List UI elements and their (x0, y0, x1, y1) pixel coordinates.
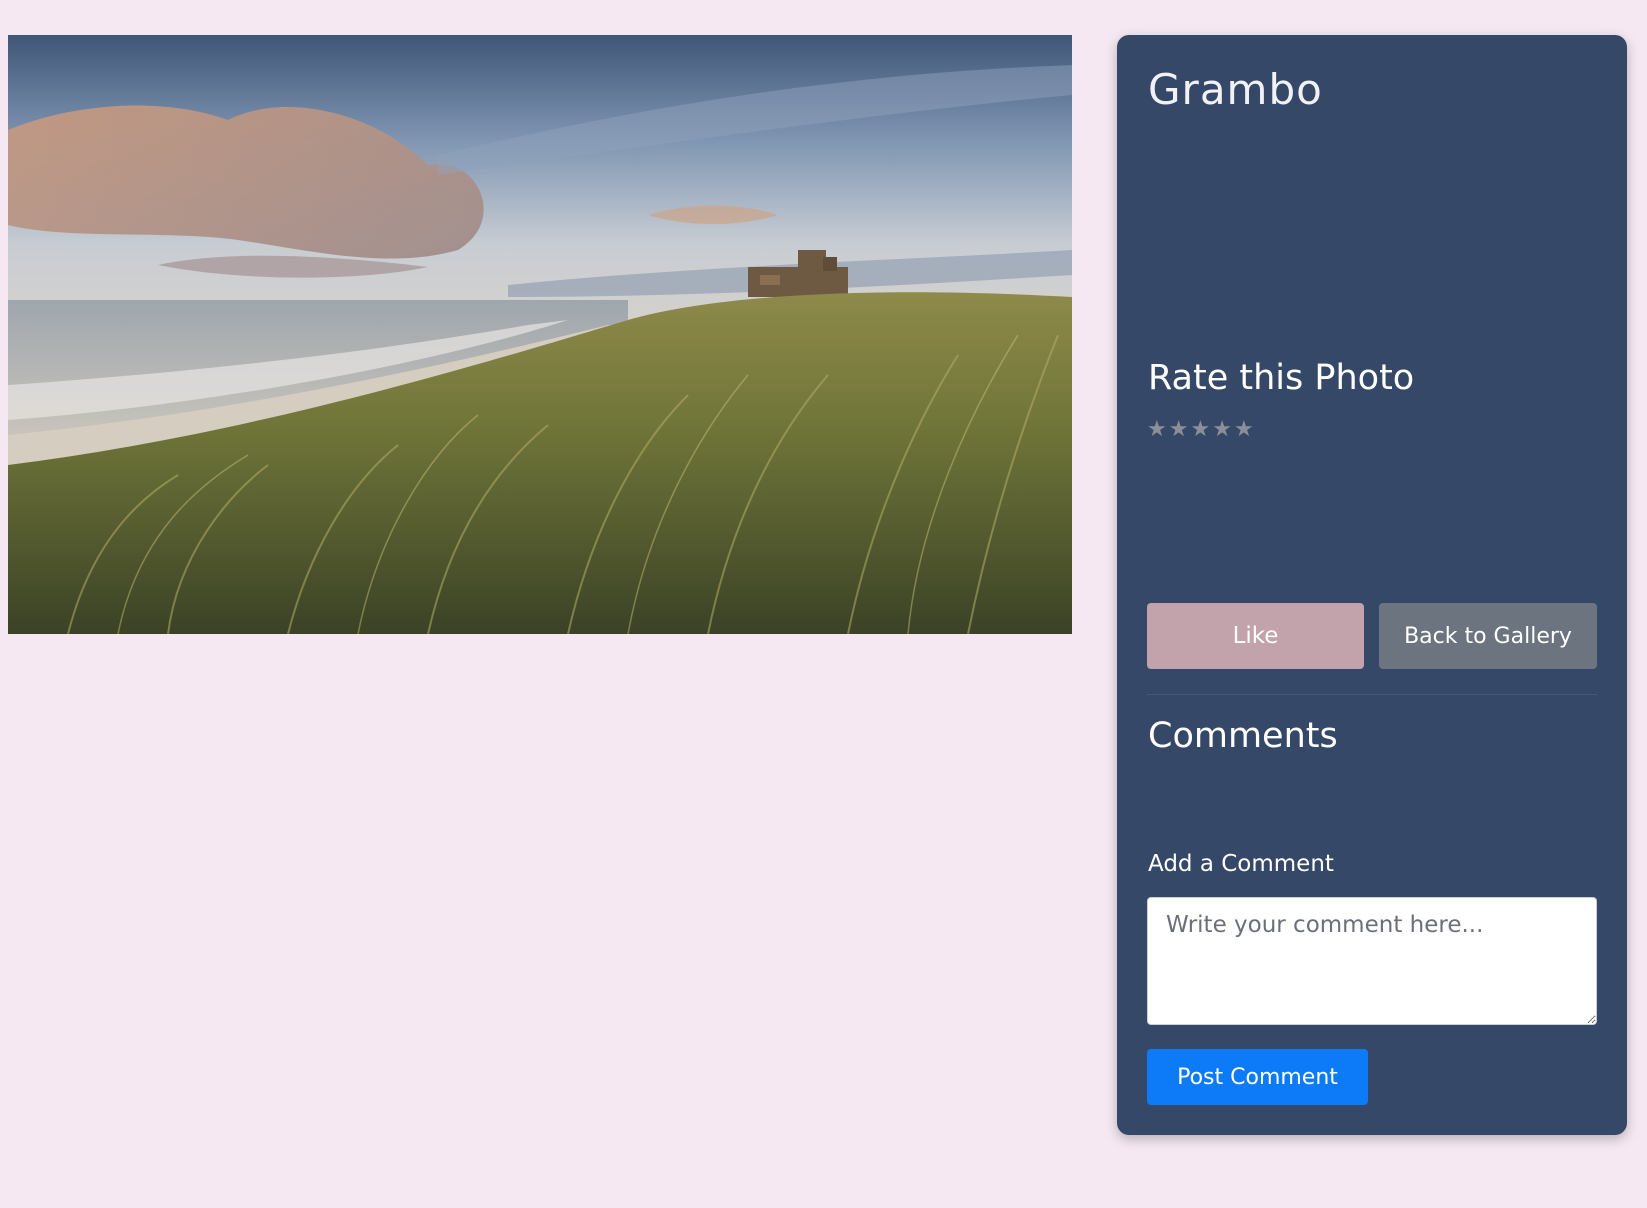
photo-title: Grambo (1148, 65, 1323, 114)
like-button[interactable]: Like (1147, 603, 1364, 669)
post-comment-button[interactable]: Post Comment (1147, 1049, 1368, 1105)
comments-heading: Comments (1148, 716, 1338, 756)
landscape-photo (8, 35, 1072, 634)
star-icon-1[interactable]: ★ (1147, 419, 1167, 441)
star-rating[interactable]: ★ ★ ★ ★ ★ (1147, 419, 1254, 441)
star-icon-5[interactable]: ★ (1234, 419, 1254, 441)
comment-input[interactable] (1147, 897, 1597, 1025)
star-icon-4[interactable]: ★ (1212, 419, 1232, 441)
star-icon-3[interactable]: ★ (1190, 419, 1210, 441)
photo-detail-panel: Grambo Rate this Photo ★ ★ ★ ★ ★ Like Ba… (1117, 35, 1627, 1135)
back-to-gallery-button[interactable]: Back to Gallery (1379, 603, 1597, 669)
rate-heading: Rate this Photo (1148, 358, 1415, 398)
divider (1147, 694, 1597, 695)
add-comment-label: Add a Comment (1148, 851, 1334, 877)
photo-image (8, 35, 1072, 634)
star-icon-2[interactable]: ★ (1169, 419, 1189, 441)
